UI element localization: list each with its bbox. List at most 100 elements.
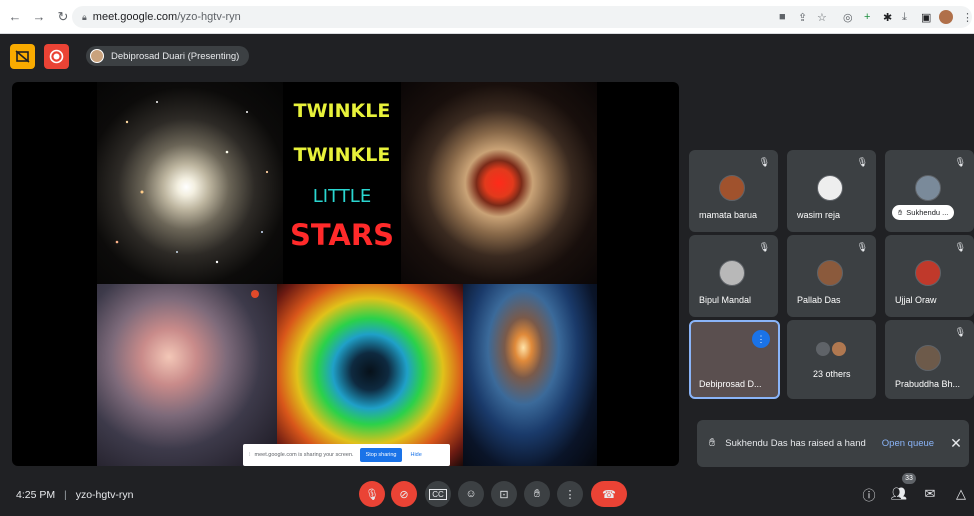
participant-avatar xyxy=(832,342,846,356)
mic-off-icon: 🎙︎ xyxy=(954,327,966,337)
participant-tile[interactable]: 🎙︎ ✋︎ Sukhendu ... xyxy=(885,150,974,232)
info-separator: | xyxy=(64,489,67,501)
participant-avatar xyxy=(719,260,745,286)
presenter-avatar xyxy=(90,49,104,63)
meeting-info: 4:25 PM | yzo-hgtv-ryn xyxy=(16,489,133,501)
camera-off-button[interactable]: ⊘ xyxy=(391,481,417,507)
recording-icon[interactable] xyxy=(44,44,69,69)
meeting-details-icon[interactable]: ⓘ xyxy=(860,485,878,503)
speaking-indicator-icon: ⋮ xyxy=(752,330,770,348)
reactions-button[interactable]: ☺ xyxy=(458,481,484,507)
slide-line-4: STARS xyxy=(289,218,395,252)
participant-name: Sukhendu ... xyxy=(906,208,949,217)
slide-collage: TWINKLE TWINKLE LITTLE STARS xyxy=(97,82,597,466)
end-call-icon: ☎︎ xyxy=(602,488,616,501)
download-icon[interactable]: ⤓ xyxy=(902,11,907,24)
participant-avatar xyxy=(817,260,843,286)
participant-avatar xyxy=(915,260,941,286)
forward-icon[interactable]: → xyxy=(30,8,48,26)
people-icon[interactable]: 👥︎ xyxy=(890,485,908,503)
participant-tile[interactable]: 🎙︎ Ujjal Oraw xyxy=(885,235,974,317)
participant-avatar xyxy=(915,175,941,201)
drag-handle-icon[interactable]: ⁞ xyxy=(249,452,251,458)
browser-menu-icon[interactable]: ⋮ xyxy=(962,11,973,24)
participant-tile[interactable]: 🎙︎ wasim reja xyxy=(787,150,876,232)
participant-name: Pallab Das xyxy=(797,295,841,305)
participant-name: wasim reja xyxy=(797,210,841,220)
rosette-nebula-image xyxy=(277,284,463,466)
browser-toolbar: ← → ↻ 🔒︎ meet.google.com/yzo-hgtv-ryn ■ … xyxy=(0,0,974,34)
hand-raised-notification: ✋︎ Sukhendu Das has raised a hand Open q… xyxy=(697,420,969,467)
participant-name: mamata barua xyxy=(699,210,758,220)
extensions-puzzle-icon[interactable]: ✱ xyxy=(883,11,892,24)
mic-off-icon: 🎙︎ xyxy=(856,242,868,252)
close-icon[interactable]: ✕ xyxy=(950,435,962,452)
mic-off-icon: 🎙︎ xyxy=(365,488,379,501)
activities-icon[interactable]: △ xyxy=(952,485,970,503)
more-vert-icon: ⋮ xyxy=(564,488,576,501)
sidepanel-icon[interactable]: ▣ xyxy=(921,11,931,24)
star-cluster-image xyxy=(97,82,283,284)
carina-nebula-image xyxy=(97,284,277,466)
slide-line-1: TWINKLE xyxy=(293,100,391,122)
mic-off-button[interactable]: 🎙︎ xyxy=(359,481,385,507)
emoji-icon: ☺ xyxy=(465,488,477,500)
chat-icon[interactable]: ✉︎ xyxy=(921,485,939,503)
mic-off-icon: 🎙︎ xyxy=(856,157,868,167)
meeting-code: yzo-hgtv-ryn xyxy=(75,489,134,501)
presenter-name: Debiprosad Duari (Presenting) xyxy=(111,50,240,62)
presenter-label: Debiprosad Duari (Presenting) xyxy=(86,46,250,66)
participant-tile-self[interactable]: ⋮ Debiprosad D... xyxy=(689,320,780,399)
extension-plus-icon[interactable]: + xyxy=(864,11,870,23)
open-queue-button[interactable]: Open queue xyxy=(882,438,934,449)
notification-text: Sukhendu Das has raised a hand xyxy=(725,438,866,449)
others-count-label: 23 others xyxy=(813,369,851,379)
url-path: /yzo-hgtv-ryn xyxy=(177,11,241,23)
participant-avatar xyxy=(816,342,830,356)
profile-avatar[interactable] xyxy=(939,10,953,24)
captions-button[interactable]: CC xyxy=(425,481,451,507)
mic-off-icon: 🎙︎ xyxy=(758,242,770,252)
stop-presenting-icon[interactable] xyxy=(10,44,35,69)
participant-avatar xyxy=(817,175,843,201)
participant-name: Debiprosad D... xyxy=(699,379,762,389)
slide-line-2: TWINKLE xyxy=(293,144,391,166)
participant-avatar xyxy=(719,175,745,201)
stop-sharing-button[interactable]: Stop sharing xyxy=(359,448,403,462)
raise-hand-icon: ✋︎ xyxy=(533,487,541,500)
share-message: meet.google.com is sharing your screen. xyxy=(254,452,354,458)
lock-icon: 🔒︎ xyxy=(82,11,87,22)
hand-raised-badge: ✋︎ Sukhendu ... xyxy=(892,205,955,220)
present-screen-icon: ⊡ xyxy=(499,488,509,501)
raised-hand-icon: ✋︎ xyxy=(898,207,903,217)
address-bar[interactable]: 🔒︎ meet.google.com/yzo-hgtv-ryn xyxy=(72,6,972,28)
screen-share-bar: ⁞ meet.google.com is sharing your screen… xyxy=(243,444,450,466)
bookmark-star-icon[interactable]: ☆ xyxy=(817,11,827,24)
helix-nebula-image xyxy=(401,82,597,284)
participant-tile[interactable]: 🎙︎ Pallab Das xyxy=(787,235,876,317)
leave-call-button[interactable]: ☎︎ xyxy=(591,481,627,507)
participant-tile[interactable]: 🎙︎ Bipul Mandal xyxy=(689,235,778,317)
slide-title: TWINKLE TWINKLE LITTLE STARS xyxy=(283,82,401,284)
back-icon[interactable]: ← xyxy=(6,8,24,26)
present-button[interactable]: ⊡ xyxy=(491,481,517,507)
spiral-galaxy-image xyxy=(463,284,597,466)
mic-off-icon: 🎙︎ xyxy=(954,242,966,252)
participant-name: Ujjal Oraw xyxy=(895,295,937,305)
hide-share-bar-link[interactable]: Hide xyxy=(410,452,421,458)
url-host: meet.google.com xyxy=(92,11,178,23)
participant-avatar xyxy=(915,345,941,371)
more-options-button[interactable]: ⋮ xyxy=(557,481,583,507)
participant-name: Bipul Mandal xyxy=(699,295,752,305)
control-bar xyxy=(0,476,974,516)
raise-hand-button[interactable]: ✋︎ xyxy=(524,481,550,507)
share-icon[interactable]: ⇪ xyxy=(798,11,807,24)
others-tile[interactable]: 23 others xyxy=(787,320,876,399)
camera-indicator-icon[interactable]: ■ xyxy=(779,11,786,23)
participant-tile[interactable]: 🎙︎ mamata barua xyxy=(689,150,778,232)
participant-tile[interactable]: 🎙︎ Prabuddha Bh... xyxy=(885,320,974,399)
reload-icon[interactable]: ↻ xyxy=(54,8,72,26)
extension-icon[interactable]: ◎ xyxy=(843,11,853,24)
mic-off-icon: 🎙︎ xyxy=(954,157,966,167)
people-count-badge: 33 xyxy=(902,473,916,484)
